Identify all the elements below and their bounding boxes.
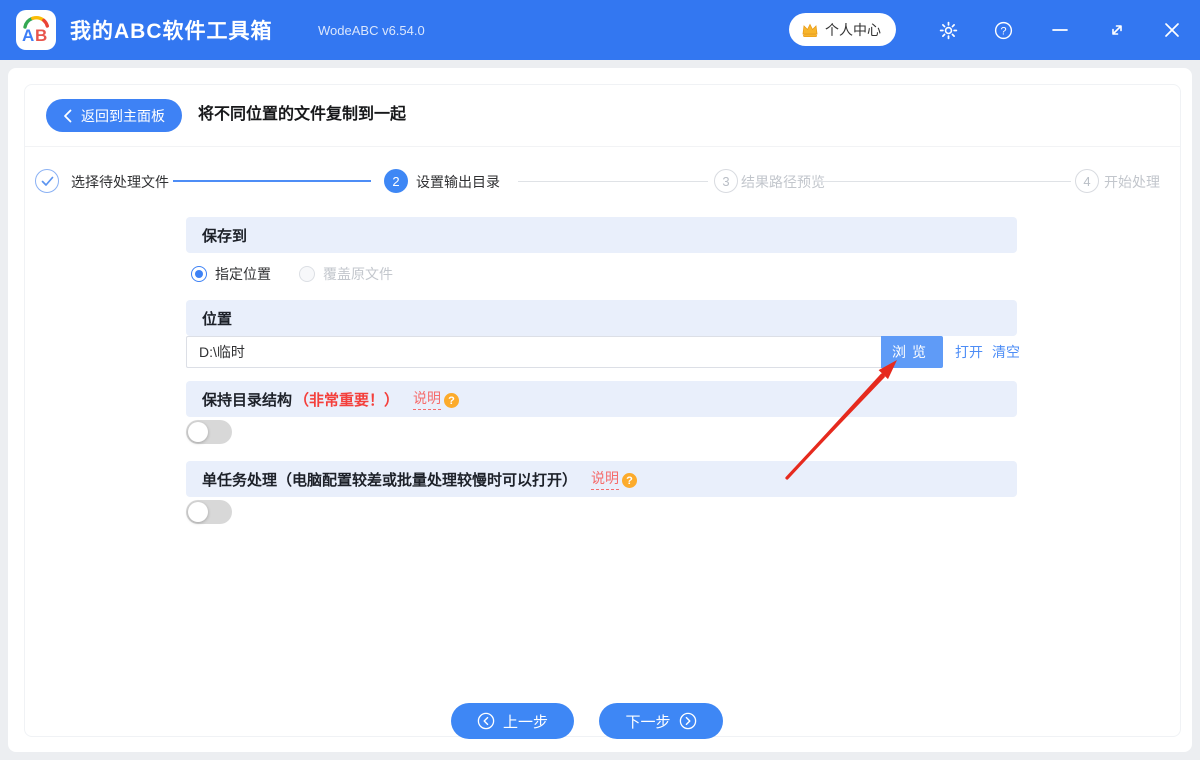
keep-structure-section-header: 保持目录结构 （非常重要！） 说明 ? [186,381,1017,417]
step-3-circle: 3 [714,169,738,193]
close-button[interactable] [1159,18,1185,42]
step-1-label: 选择待处理文件 [71,174,169,190]
step-3-label: 结果路径预览 [741,174,825,190]
browse-button[interactable]: 浏览 [881,336,943,368]
location-path-input[interactable] [186,336,881,368]
radio-overwrite-original[interactable]: 覆盖原文件 [299,264,393,284]
user-center-label: 个人中心 [825,21,881,38]
titlebar: A B 我的ABC软件工具箱 WodeABC v6.54.0 个人中心 ? [0,0,1200,60]
main-panel: 返回到主面板 将不同位置的文件复制到一起 选择待处理文件 2 设置输出目录 3 … [8,68,1192,752]
radio-label: 覆盖原文件 [323,266,393,282]
svg-text:A: A [22,26,34,45]
radio-disabled-icon[interactable] [299,266,315,282]
save-to-section-header: 保存到 [186,217,1017,253]
question-badge-icon[interactable]: ? [444,393,460,408]
save-to-title: 保存到 [202,227,248,245]
resize-icon [1112,25,1122,35]
step-connector [518,181,708,182]
page-title: 将不同位置的文件复制到一起 [198,106,407,123]
maximize-button[interactable] [1104,18,1130,42]
radio-specified-location[interactable]: 指定位置 [191,264,271,284]
user-center-button[interactable]: 个人中心 [789,13,896,46]
single-task-section-header: 单任务处理（电脑配置较差或批量处理较慢时可以打开） 说明 ? [186,461,1017,497]
step-4-label: 开始处理 [1104,174,1160,190]
card-header: 返回到主面板 将不同位置的文件复制到一起 [25,85,1180,147]
help-icon: ? [994,21,1012,39]
save-to-options: 指定位置 覆盖原文件 [191,259,393,289]
step-connector [173,180,371,182]
svg-text:?: ? [1000,25,1006,37]
next-circle-icon [679,712,696,730]
settings-button[interactable] [935,18,961,42]
keep-structure-warning: （非常重要！） [294,391,400,409]
gear-icon [939,21,957,39]
step-1-circle [35,169,59,193]
minimize-button[interactable] [1047,18,1073,42]
back-button-label: 返回到主面板 [81,107,165,124]
next-step-button[interactable]: 下一步 [599,703,723,739]
location-section-header: 位置 [186,300,1017,336]
clear-link[interactable]: 清空 [992,342,1020,362]
app-version: WodeABC v6.54.0 [318,23,425,38]
prev-step-button[interactable]: 上一步 [451,703,574,739]
app-logo-icon: A B [16,10,56,50]
step-4-circle: 4 [1075,169,1099,193]
svg-text:B: B [35,26,47,45]
single-task-title: 单任务处理（电脑配置较差或批量处理较慢时可以打开） [202,471,578,489]
keep-structure-toggle[interactable] [186,420,232,444]
location-title: 位置 [202,310,233,328]
step-connector [818,181,1071,182]
step-check-icon [41,176,53,186]
step-2-circle: 2 [384,169,408,193]
app-title: 我的ABC软件工具箱 [70,20,273,43]
toggle-knob [188,502,208,522]
location-input-row: 浏览 打开 清空 [186,336,1020,368]
close-icon [1165,23,1179,37]
keep-structure-help-link[interactable]: 说明 [413,388,442,410]
open-link[interactable]: 打开 [955,342,983,362]
prev-circle-icon [477,712,495,730]
back-to-dashboard-button[interactable]: 返回到主面板 [46,99,182,132]
step-2-label: 设置输出目录 [416,174,500,190]
content-card: 返回到主面板 将不同位置的文件复制到一起 选择待处理文件 2 设置输出目录 3 … [24,84,1181,739]
single-task-toggle[interactable] [186,500,232,524]
crown-icon [802,23,818,37]
prev-step-label: 上一步 [502,713,548,731]
radio-selected-icon[interactable] [191,266,207,282]
step-indicator: 选择待处理文件 2 设置输出目录 3 结果路径预览 4 开始处理 [25,169,1180,195]
toggle-knob [188,422,208,442]
minimize-icon [1052,29,1068,31]
next-step-label: 下一步 [625,713,671,731]
keep-structure-title: 保持目录结构 [202,391,293,409]
single-task-help-link[interactable]: 说明 [591,468,620,490]
back-chevron-icon [64,109,72,122]
help-button[interactable]: ? [990,18,1016,42]
radio-label: 指定位置 [215,266,271,282]
question-badge-icon[interactable]: ? [622,473,638,488]
